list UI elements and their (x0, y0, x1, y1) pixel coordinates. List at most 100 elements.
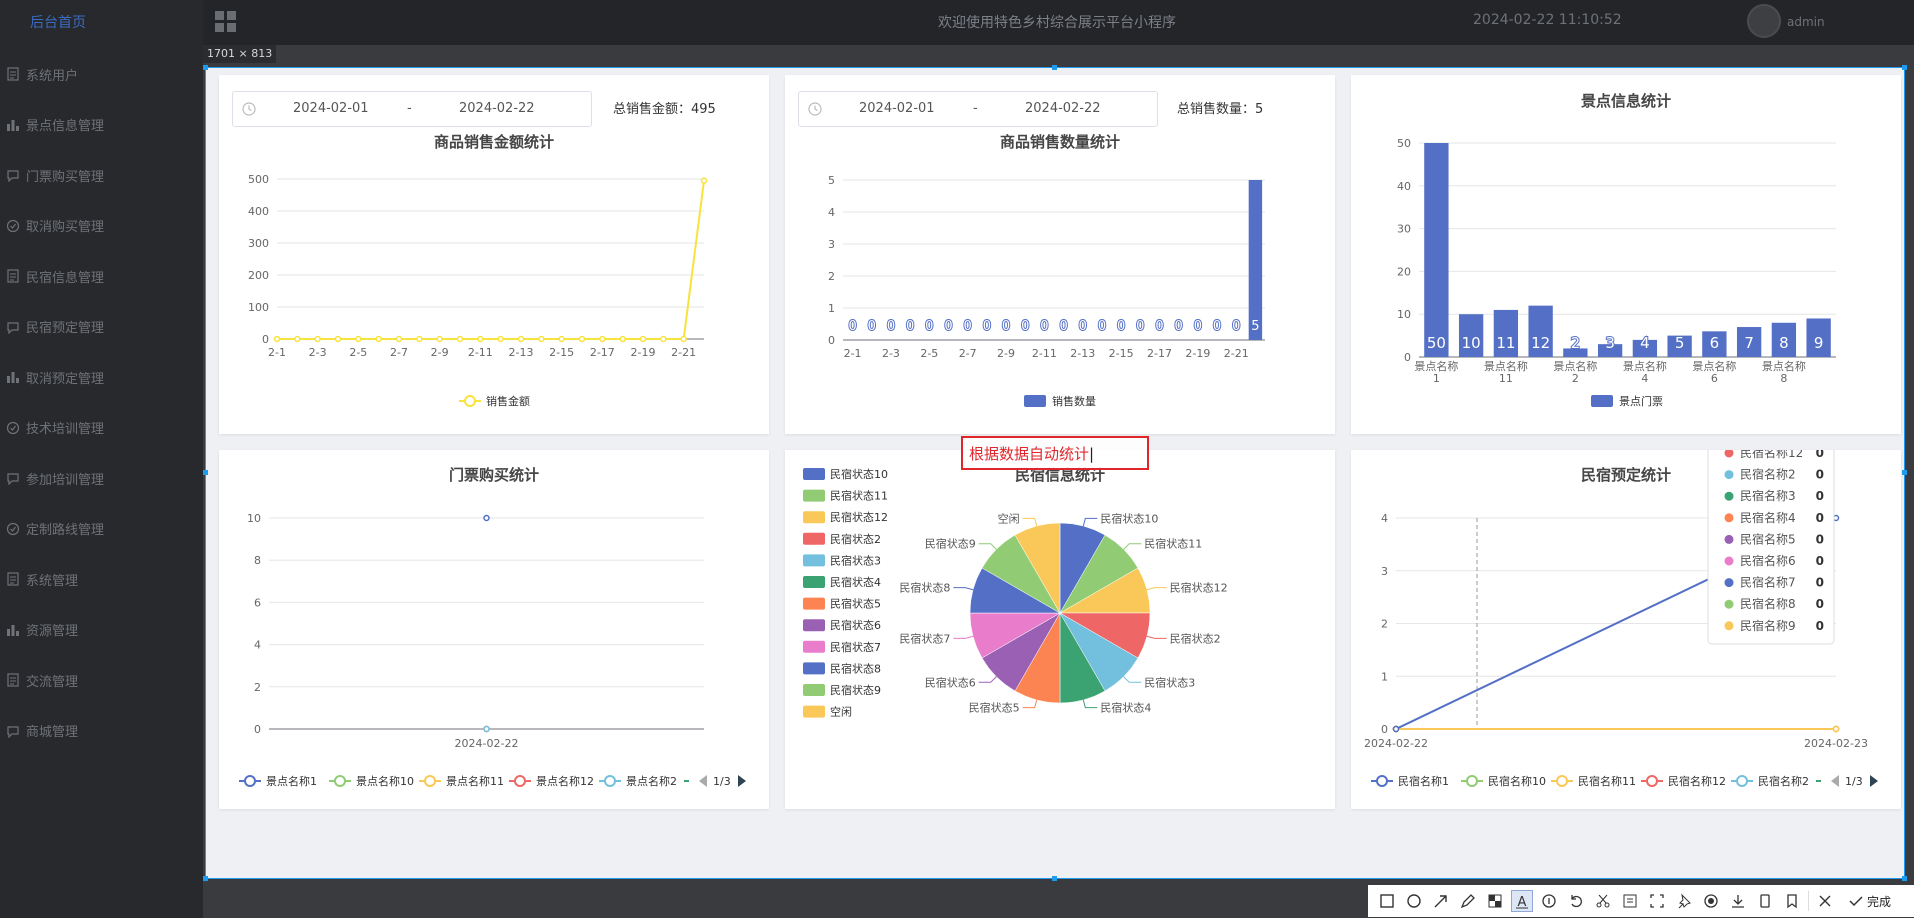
save-icon (1760, 894, 1770, 908)
data-label: 0 (906, 319, 914, 334)
rectangle-icon (1380, 894, 1394, 908)
legend-marker (424, 775, 436, 787)
avatar[interactable] (1747, 4, 1781, 38)
slice-label: 民宿状态5 (969, 701, 1020, 715)
tooltip-dot (1724, 599, 1734, 609)
done-button[interactable]: 完成 (1847, 892, 1891, 910)
resize-handle[interactable] (1902, 470, 1907, 475)
tooltip-value: 0 (1816, 450, 1824, 460)
label-line (1082, 699, 1098, 709)
current-datetime: 2024-02-22 11:10:52 (1473, 12, 1622, 28)
sidebar-item-8[interactable]: 技术培训管理 (0, 413, 203, 443)
annotation-text[interactable]: 根据数据自动统计 (969, 445, 1089, 463)
data-point (436, 335, 443, 343)
x-tick-label: 1 (1433, 372, 1440, 385)
sidebar-item-1[interactable]: 系统用户 (0, 59, 203, 89)
bar-chart-icon (7, 119, 19, 131)
y-tick-label: 0 (1381, 723, 1388, 736)
circle-tool[interactable] (1403, 890, 1425, 912)
sidebar-item-label: 系统管理 (26, 573, 79, 589)
sidebar-item-3[interactable]: 门票购买管理 (0, 160, 203, 190)
capture-region[interactable]: 2024-02-01 - 2024-02-22 总销售金额：495 商品销售金额… (205, 67, 1905, 879)
resize-handle[interactable] (1902, 65, 1907, 70)
data-label: 0 (925, 319, 933, 334)
mosaic-icon (1488, 894, 1502, 908)
resize-handle[interactable] (203, 65, 208, 70)
arrow-tool[interactable] (1430, 890, 1452, 912)
text-tool[interactable]: A (1511, 890, 1533, 912)
legend-label: 民宿状态5 (830, 597, 881, 611)
mosaic-tool[interactable] (1484, 890, 1506, 912)
x-tick-label: 2-13 (509, 346, 534, 359)
pen-tool[interactable] (1457, 890, 1479, 912)
download-tool[interactable] (1727, 890, 1749, 912)
x-tick-label: 2 (1572, 372, 1579, 385)
sidebar-item-7[interactable]: 取消预定管理 (0, 362, 203, 392)
data-label: 11 (1496, 334, 1515, 352)
screen-icon (1650, 894, 1664, 908)
slice-label: 民宿状态8 (899, 581, 950, 595)
home-link[interactable]: 后台首页 (0, 10, 203, 36)
resize-handle[interactable] (1902, 876, 1907, 881)
sidebar-item-12[interactable]: 资源管理 (0, 615, 203, 645)
data-point (456, 335, 464, 343)
close-tool[interactable] (1814, 890, 1836, 912)
data-point (538, 335, 545, 343)
record-tool[interactable] (1700, 890, 1722, 912)
ocr-tool[interactable] (1619, 890, 1641, 912)
legend-swatch (803, 532, 825, 545)
y-tick-label: 1 (1381, 670, 1388, 683)
save-tool[interactable] (1754, 890, 1776, 912)
scissors-tool[interactable] (1592, 890, 1614, 912)
legend-label: 景点名称10 (356, 774, 414, 788)
chat-icon (7, 170, 19, 182)
legend-label: 空闲 (830, 705, 852, 719)
y-tick-label: 0 (828, 334, 835, 347)
legend-label: 民宿名称11 (1578, 774, 1636, 788)
record-icon (1704, 894, 1718, 908)
x-tick-label: 2-19 (1185, 347, 1210, 360)
undo-tool[interactable] (1565, 890, 1587, 912)
x-tick-label: 2-13 (1070, 347, 1095, 360)
sidebar-item-10[interactable]: 定制路线管理 (0, 514, 203, 544)
sidebar-item-4[interactable]: 取消购买管理 (0, 211, 203, 241)
data-label: 8 (1779, 334, 1789, 352)
resize-handle[interactable] (1052, 876, 1057, 881)
resize-handle[interactable] (203, 470, 208, 475)
sidebar-item-2[interactable]: 景点信息管理 (0, 110, 203, 140)
legend-label: 民宿状态6 (830, 618, 881, 632)
y-tick-label: 4 (828, 206, 835, 219)
y-tick-label: 30 (1397, 223, 1411, 236)
rectangle-tool[interactable] (1376, 890, 1398, 912)
sidebar-item-14[interactable]: 商城管理 (0, 716, 203, 746)
resize-handle[interactable] (203, 876, 208, 881)
data-label: 0 (1136, 319, 1144, 334)
sidebar-item-11[interactable]: 系统管理 (0, 564, 203, 594)
legend-swatch (803, 684, 825, 696)
bookmark-tool[interactable] (1781, 890, 1803, 912)
sidebar-item-5[interactable]: 民宿信息管理 (0, 261, 203, 291)
sidebar-item-6[interactable]: 民宿预定管理 (0, 312, 203, 342)
text-annotation[interactable]: 根据数据自动统计| (961, 436, 1149, 470)
screen-tool[interactable] (1646, 890, 1668, 912)
data-point (483, 514, 490, 522)
resize-handle[interactable] (1052, 65, 1057, 70)
y-tick-label: 0 (262, 333, 269, 346)
tooltip-value: 0 (1816, 619, 1824, 633)
sidebar-item-label: 技术培训管理 (26, 422, 105, 437)
x-tick-label: 2-7 (959, 347, 977, 360)
sidebar-item-13[interactable]: 交流管理 (0, 665, 203, 695)
grid-menu-icon[interactable] (215, 11, 237, 33)
tooltip-name: 民宿名称3 (1740, 488, 1796, 503)
user-name[interactable]: admin (1787, 15, 1825, 29)
x-tick-label: 景点名称 (1484, 359, 1528, 373)
tooltip-value: 0 (1816, 597, 1824, 611)
data-point (578, 335, 586, 343)
pin-tool[interactable] (1673, 890, 1695, 912)
tooltip: 民宿名称12 0 民宿名称2 0 民宿名称3 0 民宿名称4 0 民宿名称5 0 民宿名称6 0 民宿名… (1707, 450, 1835, 645)
number-tool[interactable] (1538, 890, 1560, 912)
x-tick-label: 2-9 (997, 347, 1015, 360)
sidebar-item-9[interactable]: 参加培训管理 (0, 463, 203, 493)
pin-icon (1678, 893, 1691, 909)
label-line (953, 587, 974, 591)
